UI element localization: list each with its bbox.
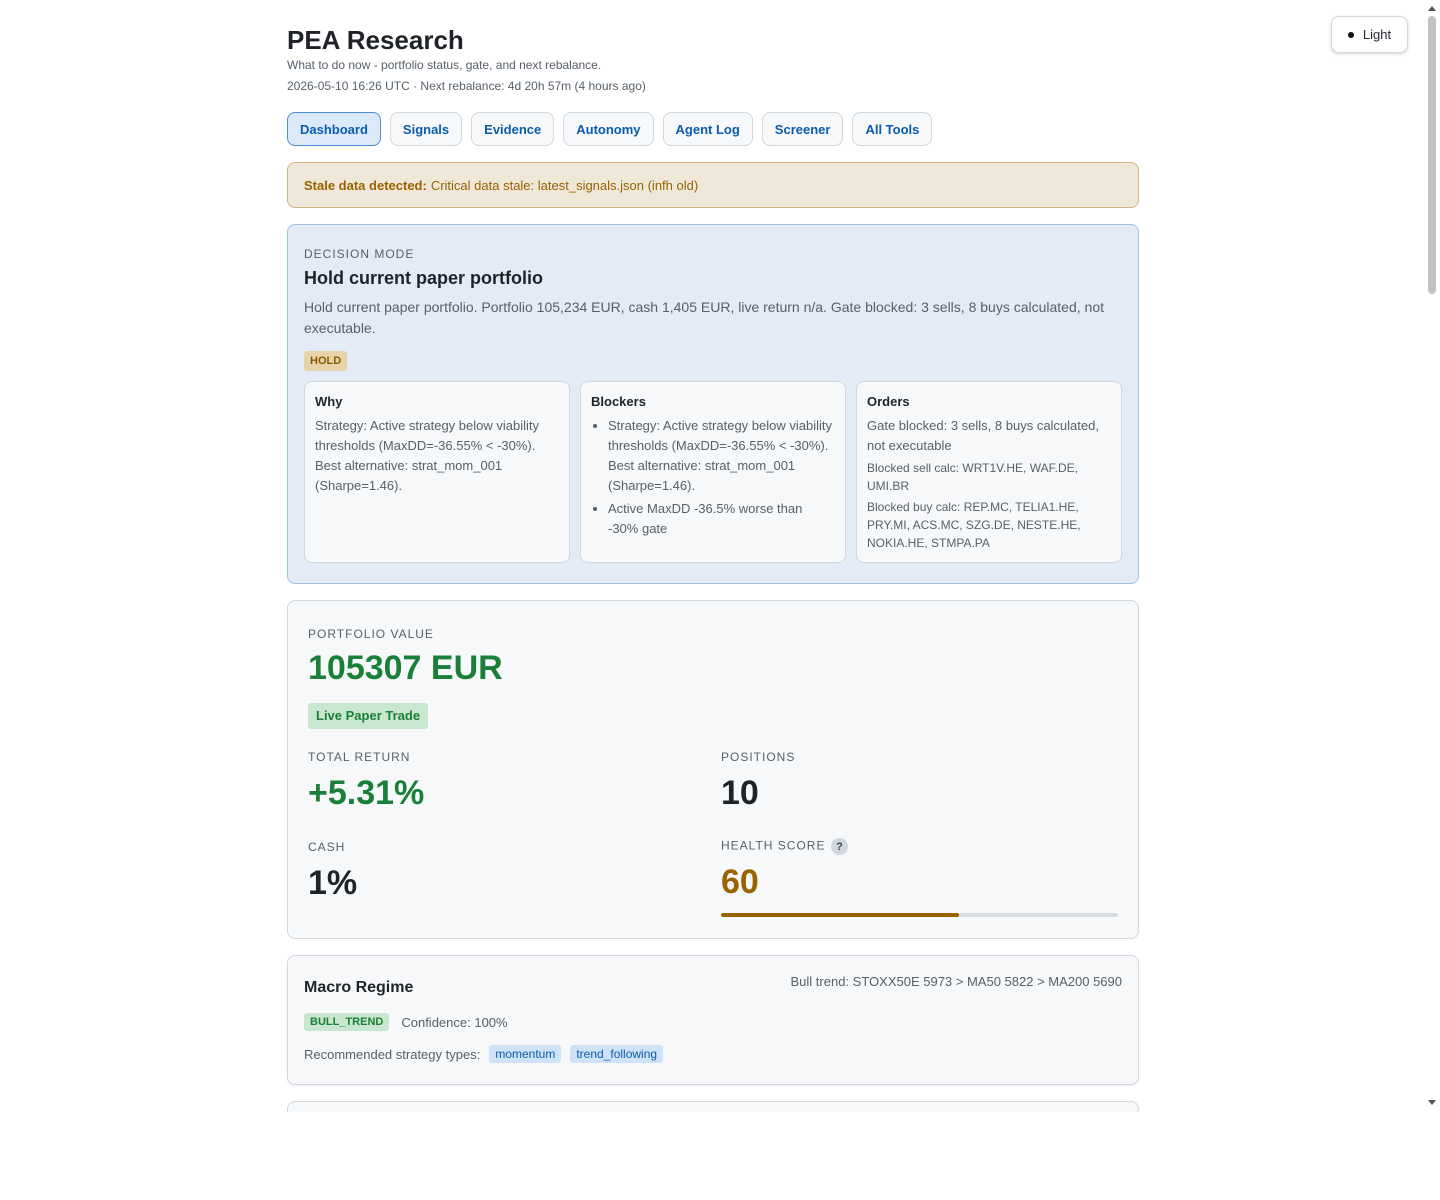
next-card-partial — [287, 1101, 1139, 1112]
bull-trend-badge: BULL_TREND — [304, 1013, 390, 1031]
page-title: PEA Research — [287, 25, 464, 55]
health-score-label-row: HEALTH SCORE? — [721, 838, 849, 855]
decision-title: Hold current paper portfolio — [304, 268, 544, 288]
scroll-thumb[interactable] — [1428, 16, 1436, 294]
theme-toggle-button[interactable]: Light — [1331, 16, 1408, 53]
portfolio-eyebrow: PORTFOLIO VALUE — [308, 627, 434, 641]
vertical-scrollbar[interactable] — [1424, 0, 1440, 1112]
tab-all-tools[interactable]: All Tools — [852, 112, 933, 146]
alert-strong-text: Stale data detected: — [304, 177, 427, 193]
stale-data-alert: Stale data detected: Critical data stale… — [287, 162, 1139, 208]
cash-label: CASH — [308, 840, 346, 854]
why-title: Why — [315, 394, 343, 409]
nav-tabs: Dashboard Signals Evidence Autonomy Agen… — [287, 112, 1139, 146]
main-container: PEA Research What to do now - portfolio … — [287, 0, 1139, 1112]
cash-metric: CASH 1% — [308, 840, 357, 902]
recommended-row: Recommended strategy types: momentum tre… — [304, 1045, 1122, 1063]
orders-card: Orders Gate blocked: 3 sells, 8 buys cal… — [856, 381, 1122, 563]
live-paper-trade-badge: Live Paper Trade — [308, 703, 429, 729]
theme-dot-icon — [1347, 31, 1354, 38]
tab-autonomy[interactable]: Autonomy — [563, 112, 654, 146]
scroll-down-icon[interactable] — [1428, 1100, 1436, 1105]
macro-status-row: BULL_TREND Confidence: 100% — [304, 1013, 1122, 1031]
blocker-item: Active MaxDD -36.5% worse than -30% gate — [608, 499, 835, 539]
macro-confidence: Confidence: 100% — [401, 1014, 508, 1030]
portfolio-card: PORTFOLIO VALUE 105307 EUR Live Paper Tr… — [287, 600, 1139, 939]
hold-badge: HOLD — [304, 351, 348, 371]
positions-metric: POSITIONS 10 — [721, 750, 795, 812]
why-card: Why Strategy: Active strategy below viab… — [304, 381, 570, 563]
blocked-buy-note: Blocked buy calc: REP.MC, TELIA1.HE, PRY… — [867, 500, 1081, 550]
cash-value: 1% — [308, 864, 358, 902]
health-score-bar-fill — [721, 913, 960, 917]
decision-mode-card: DECISION MODE Hold current paper portfol… — [287, 224, 1139, 584]
recommended-label: Recommended strategy types: — [304, 1046, 481, 1062]
total-return-value: +5.31% — [308, 774, 425, 812]
health-score-bar — [721, 913, 1118, 917]
total-return-metric: TOTAL RETURN +5.31% — [308, 750, 424, 812]
why-text: Strategy: Active strategy below viabilit… — [315, 418, 539, 493]
decision-eyebrow: DECISION MODE — [304, 247, 415, 261]
blockers-card: Blockers Strategy: Active strategy below… — [580, 381, 846, 563]
blocker-item: Strategy: Active strategy below viabilit… — [608, 416, 835, 496]
strategy-chip-trend-following: trend_following — [570, 1045, 664, 1063]
total-return-label: TOTAL RETURN — [308, 750, 411, 764]
tab-agent-log[interactable]: Agent Log — [662, 112, 753, 146]
blocked-sell-note: Blocked sell calc: WRT1V.HE, WAF.DE, UMI… — [867, 461, 1078, 493]
decision-columns: Why Strategy: Active strategy below viab… — [304, 381, 1122, 563]
viewport: Light PEA Research What to do now - port… — [0, 0, 1440, 1112]
tab-evidence[interactable]: Evidence — [471, 112, 555, 146]
strategy-chip-momentum: momentum — [489, 1045, 562, 1063]
decision-summary: Hold current paper portfolio. Portfolio … — [304, 299, 1104, 336]
help-icon[interactable]: ? — [831, 838, 849, 855]
macro-regime-card: Macro Regime Bull trend: STOXX50E 5973 >… — [287, 955, 1139, 1085]
blockers-list: Strategy: Active strategy below viabilit… — [591, 416, 835, 539]
portfolio-value: 105307 EUR — [308, 649, 503, 687]
rebalance-timestamp: 2026-05-10 16:26 UTC · Next rebalance: 4… — [287, 79, 646, 93]
positions-label: POSITIONS — [721, 750, 796, 764]
theme-toggle-label: Light — [1362, 27, 1392, 42]
health-score-label: HEALTH SCORE — [721, 838, 826, 853]
orders-text: Gate blocked: 3 sells, 8 buys calculated… — [867, 418, 1099, 453]
page-subtitle: What to do now - portfolio status, gate,… — [287, 58, 602, 72]
tab-screener[interactable]: Screener — [761, 112, 844, 146]
alert-text: Critical data stale: latest_signals.json… — [430, 177, 699, 193]
blockers-title: Blockers — [591, 394, 646, 409]
scroll-up-icon[interactable] — [1428, 6, 1436, 11]
orders-title: Orders — [867, 394, 910, 409]
tab-signals[interactable]: Signals — [389, 112, 463, 146]
tab-dashboard[interactable]: Dashboard — [287, 112, 381, 146]
health-score-metric: HEALTH SCORE? 60 — [721, 838, 849, 901]
health-score-value: 60 — [721, 863, 759, 901]
macro-trend-text: Bull trend: STOXX50E 5973 > MA50 5822 > … — [790, 974, 1122, 989]
positions-value: 10 — [721, 774, 759, 812]
